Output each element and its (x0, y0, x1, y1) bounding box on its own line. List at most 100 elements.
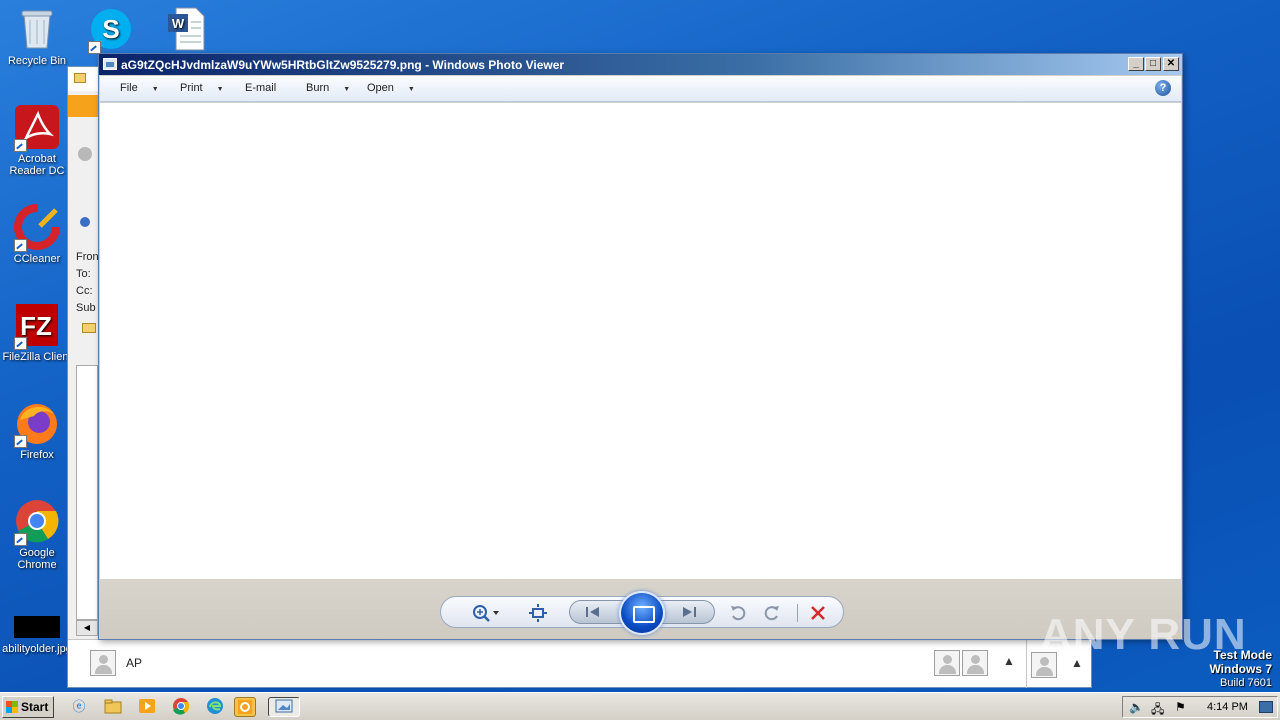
image-canvas[interactable] (100, 103, 1181, 579)
minimize-button[interactable]: _ (1128, 57, 1144, 71)
next-icon (683, 607, 696, 617)
shortcut-arrow-icon (14, 337, 27, 350)
photo-viewer-icon (103, 58, 117, 70)
outlook-file-tab[interactable] (68, 95, 98, 117)
firefox-icon (14, 400, 60, 448)
windows-logo-icon (6, 701, 18, 713)
contact-avatar-icon (90, 650, 116, 676)
network-icon[interactable]: 🖧 (1151, 700, 1164, 720)
menu-file[interactable]: File ▼ (120, 82, 159, 94)
taskbar-media-player-icon[interactable] (136, 697, 158, 717)
menu-burn[interactable]: Burn ▼ (306, 82, 350, 94)
desktop-icon-ccleaner[interactable]: CCleaner (0, 204, 74, 265)
menu-open[interactable]: Open ▼ (367, 82, 415, 94)
desktop-icon-skype[interactable]: S (74, 6, 148, 55)
shortcut-arrow-icon (14, 139, 27, 152)
cc-label: Cc: (76, 285, 93, 297)
chevron-down-icon: ▼ (407, 86, 415, 93)
system-tray: 🔈 🖧 ⚑ 4:14 PM (1122, 696, 1278, 718)
rotate-ccw-icon (731, 606, 746, 621)
chevron-down-icon: ▼ (216, 86, 224, 93)
delete-button[interactable] (807, 603, 829, 623)
controls-separator (797, 604, 798, 622)
menu-print-label: Print (180, 82, 203, 94)
taskbar-photo-viewer-icon[interactable] (268, 697, 300, 717)
attachment-icon (82, 323, 96, 333)
desktop-icon-label: Acrobat Reader DC (9, 153, 65, 177)
volume-icon[interactable]: 🔈 (1129, 700, 1144, 714)
people-pane: AP ▲ ▲ (68, 639, 1091, 688)
menu-email[interactable]: E-mail (245, 82, 276, 94)
controls-bar (440, 591, 844, 635)
contact-name[interactable]: AP (126, 656, 142, 670)
delete-icon (811, 606, 825, 620)
taskbar-ie-icon[interactable]: ⓔ (68, 697, 90, 717)
next-button[interactable] (678, 602, 700, 622)
desktop-icon-word[interactable]: W (150, 6, 224, 55)
desktop-icon-label: Recycle Bin (7, 55, 67, 67)
desktop-icon-recycle-bin[interactable]: Recycle Bin (0, 6, 74, 67)
expand-icon[interactable]: ▲ (1003, 654, 1015, 668)
ccleaner-icon (14, 204, 60, 252)
recycle-bin-icon (14, 6, 60, 52)
taskbar-chrome-icon[interactable] (170, 697, 192, 717)
build-label: Build 7601 (1220, 677, 1272, 689)
start-button[interactable]: Start (2, 696, 54, 718)
windows-version-label: Windows 7 (1209, 662, 1272, 676)
photo-viewer-window: aG9tZQcHJvdmlzaW9uYWw5HRtbGltZw9525279.p… (98, 53, 1183, 640)
rotate-cw-icon (764, 606, 779, 621)
message-body-pane (76, 365, 98, 620)
taskbar-outlook-icon[interactable] (234, 697, 256, 717)
window-title: aG9tZQcHJvdmlzaW9uYWw5HRtbGltZw9525279.p… (121, 58, 565, 72)
desktop-icon-chrome[interactable]: Google Chrome (0, 498, 74, 571)
maximize-button[interactable]: □ (1145, 57, 1161, 71)
desktop-icon-firefox[interactable]: Firefox (0, 400, 74, 461)
people-icon (78, 147, 92, 161)
taskbar-edge-icon[interactable] (204, 697, 226, 717)
chrome-icon (14, 498, 60, 546)
chevron-down-icon: ▼ (343, 86, 351, 93)
svg-text:S: S (102, 14, 119, 44)
taskbar-clock[interactable]: 4:14 PM (1207, 701, 1248, 713)
slideshow-button[interactable] (619, 591, 665, 635)
menu-open-label: Open (367, 82, 394, 94)
zoom-button[interactable] (469, 603, 503, 623)
desktop-icon-filezilla[interactable]: FZ FileZilla Client (0, 302, 74, 363)
chevron-down-icon: ▼ (151, 86, 159, 93)
desktop-icon-label: Firefox (20, 449, 54, 461)
skype-icon: S (88, 6, 134, 54)
controls-area (100, 579, 1181, 639)
actual-size-icon (529, 604, 547, 622)
rotate-cw-button[interactable] (761, 603, 783, 623)
previous-icon (586, 607, 599, 617)
shortcut-arrow-icon (14, 435, 27, 448)
word-document-icon: W (164, 6, 210, 52)
contact-avatar-icon (934, 650, 960, 676)
actual-size-button[interactable] (527, 603, 549, 623)
zoom-icon (473, 605, 499, 622)
command-bar: File ▼ Print ▼ E-mail Burn ▼ Open ▼ ? (100, 76, 1181, 102)
desktop: Recycle Bin S W Acrobat Reader DC CClean… (0, 0, 1280, 692)
previous-button[interactable] (582, 602, 604, 622)
rotate-ccw-button[interactable] (727, 603, 749, 623)
desktop-icon-image-file[interactable]: abilityolder.jpg (0, 614, 74, 655)
action-center-flag-icon[interactable]: ⚑ (1175, 700, 1186, 714)
desktop-icon-label: CCleaner (13, 253, 61, 265)
contact-avatar-icon (962, 650, 988, 676)
taskbar-explorer-icon[interactable] (102, 697, 124, 717)
help-icon[interactable]: ? (1155, 80, 1171, 96)
shortcut-arrow-icon (14, 533, 27, 546)
close-button[interactable]: ✕ (1163, 57, 1179, 71)
show-desktop-icon[interactable] (1259, 701, 1273, 713)
menu-print[interactable]: Print ▼ (180, 82, 224, 94)
desktop-icon-label: FileZilla Client (2, 351, 72, 363)
window-titlebar[interactable]: aG9tZQcHJvdmlzaW9uYWw5HRtbGltZw9525279.p… (99, 54, 1182, 75)
test-mode-label: Test Mode (1213, 648, 1272, 662)
shortcut-arrow-icon (14, 239, 27, 252)
scroll-left-button[interactable]: ◀ (76, 620, 98, 636)
from-label: Fron (76, 251, 99, 263)
desktop-icon-acrobat[interactable]: Acrobat Reader DC (0, 104, 74, 177)
svg-text:W: W (172, 16, 185, 31)
image-file-icon (14, 614, 60, 640)
envelope-icon (74, 73, 86, 83)
